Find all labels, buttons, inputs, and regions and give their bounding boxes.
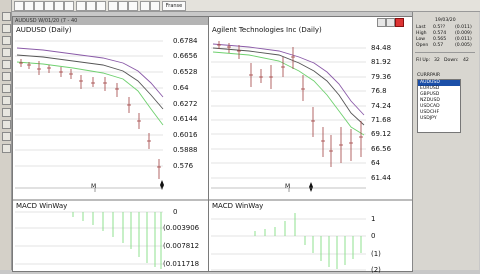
list-item[interactable]: USDJPY xyxy=(418,116,460,122)
text-tool-icon[interactable] xyxy=(2,96,11,105)
price-label: 81.92 xyxy=(371,58,392,66)
chart-window-agilent[interactable]: Agilent Technologies Inc (Daily) 84.48 8… xyxy=(208,16,413,274)
fib-tool-icon[interactable] xyxy=(2,84,11,93)
macd-title: MACD WinWay xyxy=(16,202,68,210)
macd-label: 0 xyxy=(371,232,376,240)
quote-value: 0.574 xyxy=(433,31,447,36)
price-label: 71.68 xyxy=(371,116,392,124)
last-bar-marker xyxy=(160,180,164,190)
quote-key: Last xyxy=(416,25,426,30)
toolbar-button[interactable] xyxy=(34,1,44,11)
pointer-tool-icon[interactable] xyxy=(2,12,11,21)
price-label: 79.36 xyxy=(371,73,392,81)
ma-purple xyxy=(212,43,365,116)
quote-date: 19/03/20 xyxy=(435,18,456,23)
price-label: 61.44 xyxy=(371,174,392,182)
toolbar-button[interactable] xyxy=(44,1,54,11)
price-label: 0.6144 xyxy=(173,115,198,123)
quote-change: (0.005) xyxy=(455,43,472,48)
price-label: 0.6016 xyxy=(173,131,198,139)
price-label: 0.6656 xyxy=(173,52,198,60)
price-label: 0.6528 xyxy=(173,68,198,76)
chart-window-audusd[interactable]: AUDUSD W/01/20 (7 - 40 AUDUSD (Daily) 0.… xyxy=(12,16,210,272)
toolbar-button[interactable] xyxy=(140,1,150,11)
price-label: 76.8 xyxy=(371,87,387,95)
arrow-tool-icon[interactable] xyxy=(2,108,11,117)
toolbar-button[interactable] xyxy=(76,1,86,11)
quote-value: 0.57 xyxy=(433,43,444,48)
price-label: 84.48 xyxy=(371,44,392,52)
ma-green xyxy=(212,51,365,136)
symbol-list[interactable]: AUDUSD EURUSD GBPUSD NZDUSD USDCAD USDCH… xyxy=(417,79,461,133)
franse-button[interactable]: Franse xyxy=(162,1,186,11)
filter-down-value: 42 xyxy=(463,58,469,63)
macd-label: (1) xyxy=(371,250,381,258)
last-bar-marker xyxy=(309,182,313,192)
toolbar-button[interactable] xyxy=(64,1,74,11)
quote-key: Open xyxy=(416,43,429,48)
toolbar-button[interactable] xyxy=(54,1,64,11)
toolbar-button[interactable] xyxy=(24,1,34,11)
main-toolbar: Franse xyxy=(12,0,480,12)
toolbar-button[interactable] xyxy=(96,1,106,11)
ellipse-tool-icon[interactable] xyxy=(2,132,11,141)
quote-key: High xyxy=(416,31,427,36)
line-tool-icon[interactable] xyxy=(2,36,11,45)
price-label: 0.5888 xyxy=(173,146,198,154)
toolbar-button[interactable] xyxy=(14,1,24,11)
macd-label: 0 xyxy=(173,208,178,216)
price-label: 64 xyxy=(371,159,380,167)
macd-label: (0.003906 xyxy=(163,224,200,232)
toolbar-button[interactable] xyxy=(128,1,138,11)
hline-tool-icon[interactable] xyxy=(2,48,11,57)
list-header: CURRPAIR xyxy=(417,73,441,78)
toolbar-button[interactable] xyxy=(108,1,118,11)
macd-label: (0.007812 xyxy=(163,242,200,250)
x-axis-label: M xyxy=(285,183,291,190)
filter-label: Fil Up: xyxy=(416,58,431,63)
quote-value: 0.565 xyxy=(433,37,447,42)
price-label: 0.6272 xyxy=(173,100,198,108)
price-label: 69.12 xyxy=(371,130,392,138)
vline-tool-icon[interactable] xyxy=(2,60,11,69)
price-label: 0.64 xyxy=(173,84,189,92)
quote-change: (0.011) xyxy=(455,37,472,42)
toolbar-button[interactable] xyxy=(86,1,96,11)
price-label: 66.56 xyxy=(371,145,392,153)
price-label: 0.576 xyxy=(173,162,194,170)
quote-key: Low xyxy=(416,37,426,42)
macd-title: MACD WinWay xyxy=(212,202,264,210)
macd-label: (2) xyxy=(371,266,381,274)
channel-tool-icon[interactable] xyxy=(2,72,11,81)
drawing-toolbar xyxy=(0,0,12,270)
x-axis-label: M xyxy=(91,183,97,190)
agilent-chart-canvas[interactable] xyxy=(209,17,412,271)
quote-change: (0.009) xyxy=(455,31,472,36)
macd-label: 1 xyxy=(371,215,376,223)
toolbar-button[interactable] xyxy=(118,1,128,11)
macd-label: (0.011718 xyxy=(163,260,200,268)
crosshair-tool-icon[interactable] xyxy=(2,24,11,33)
quote-panel: 19/03/20 Last 0.5?? (0.011) High 0.574 (… xyxy=(412,12,479,270)
price-label: 0.6784 xyxy=(173,37,198,45)
erase-tool-icon[interactable] xyxy=(2,144,11,153)
rect-tool-icon[interactable] xyxy=(2,120,11,129)
quote-change: (0.011) xyxy=(455,25,472,30)
toolbar-button[interactable] xyxy=(150,1,160,11)
filter-down-label: Down: xyxy=(444,58,459,63)
filter-up-value: 32 xyxy=(434,58,440,63)
price-label: 74.24 xyxy=(371,102,392,110)
quote-value: 0.5?? xyxy=(433,25,446,30)
